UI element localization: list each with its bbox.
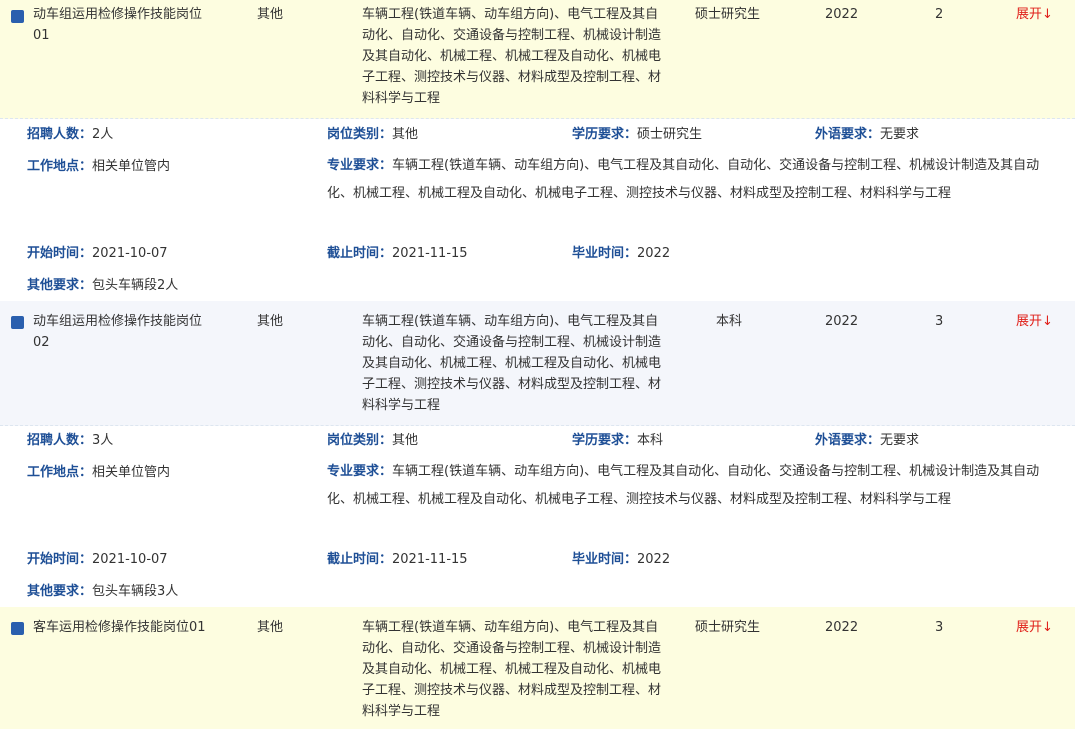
position-count: 2 [935,7,944,22]
education-req-field: 学历要求：本科 [572,430,663,451]
major-req-field: 专业要求：车辆工程(铁道车辆、动车组方向)、电气工程及其自动化、自动化、交通设备… [327,458,1052,514]
position-year: 2022 [825,7,859,22]
position-list: 动车组运用检修操作技能岗位01 其他 车辆工程(铁道车辆、动车组方向)、电气工程… [0,0,1075,729]
position-row[interactable]: 动车组运用检修操作技能岗位01 其他 车辆工程(铁道车辆、动车组方向)、电气工程… [0,0,1075,119]
graduation-time-field: 毕业时间：2022 [572,243,670,264]
other-req-value: 包头车辆段3人 [92,584,179,599]
position-category: 其他 [257,7,284,22]
other-req-label: 其他要求： [27,278,93,293]
square-bullet-icon [11,316,24,329]
major-req-label: 专业要求： [327,158,393,173]
position-count: 3 [935,620,944,635]
education-req-label: 学历要求： [572,433,638,448]
major-req-field: 专业要求：车辆工程(铁道车辆、动车组方向)、电气工程及其自动化、自动化、交通设备… [327,152,1052,208]
language-req-field: 外语要求：无要求 [815,430,919,451]
position-type-label: 岗位类别： [327,127,393,142]
other-req-field: 其他要求：包头车辆段2人 [27,275,178,296]
start-time-label: 开始时间： [27,552,93,567]
work-location-label: 工作地点： [27,465,93,480]
expand-toggle[interactable]: 展开↓ [1016,4,1053,25]
work-location-label: 工作地点： [27,159,93,174]
graduation-time-field: 毕业时间：2022 [572,549,670,570]
position-type-value: 其他 [392,433,419,448]
other-req-value: 包头车辆段2人 [92,278,179,293]
major-req-label: 专业要求： [327,464,393,479]
work-location-value: 相关单位管内 [92,465,171,480]
major-req-value: 车辆工程(铁道车辆、动车组方向)、电气工程及其自动化、自动化、交通设备与控制工程… [327,464,1040,507]
end-time-label: 截止时间： [327,552,393,567]
expand-toggle[interactable]: 展开↓ [1016,617,1053,638]
recruit-count-value: 2人 [92,127,114,142]
other-req-field: 其他要求：包头车辆段3人 [27,581,178,602]
end-time-field: 截止时间：2021-11-15 [327,549,468,570]
position-major: 车辆工程(铁道车辆、动车组方向)、电气工程及其自动化、自动化、交通设备与控制工程… [362,314,662,413]
position-row[interactable]: 客车运用检修操作技能岗位01 其他 车辆工程(铁道车辆、动车组方向)、电气工程及… [0,607,1075,729]
recruit-count-label: 招聘人数： [27,127,93,142]
recruit-count-label: 招聘人数： [27,433,93,448]
recruit-count-field: 招聘人数：3人 [27,430,113,451]
position-year: 2022 [825,620,859,635]
language-req-label: 外语要求： [815,433,881,448]
position-year: 2022 [825,314,859,329]
recruit-count-value: 3人 [92,433,114,448]
end-time-value: 2021-11-15 [392,552,468,567]
education-req-label: 学历要求： [572,127,638,142]
position-name[interactable]: 客车运用检修操作技能岗位01 [33,617,208,638]
education-req-value: 硕士研究生 [637,127,703,142]
language-req-field: 外语要求：无要求 [815,124,919,145]
position-type-value: 其他 [392,127,419,142]
education-req-field: 学历要求：硕士研究生 [572,124,702,145]
work-location-value: 相关单位管内 [92,159,171,174]
start-time-field: 开始时间：2021-10-07 [27,243,168,264]
position-name[interactable]: 动车组运用检修操作技能岗位01 [33,4,208,46]
end-time-field: 截止时间：2021-11-15 [327,243,468,264]
position-major: 车辆工程(铁道车辆、动车组方向)、电气工程及其自动化、自动化、交通设备与控制工程… [362,7,662,106]
position-type-field: 岗位类别：其他 [327,430,418,451]
position-education: 硕士研究生 [695,620,761,635]
position-category: 其他 [257,620,284,635]
position-count: 3 [935,314,944,329]
graduation-time-value: 2022 [637,246,671,261]
position-detail: 招聘人数：3人 岗位类别：其他 学历要求：本科 外语要求：无要求 工作地点：相关… [0,426,1075,608]
other-req-label: 其他要求： [27,584,93,599]
work-location-field: 工作地点：相关单位管内 [27,462,170,483]
language-req-value: 无要求 [880,127,920,142]
language-req-label: 外语要求： [815,127,881,142]
start-time-value: 2021-10-07 [92,246,168,261]
position-category: 其他 [257,314,284,329]
graduation-time-label: 毕业时间： [572,246,638,261]
major-req-value: 车辆工程(铁道车辆、动车组方向)、电气工程及其自动化、自动化、交通设备与控制工程… [327,158,1040,201]
language-req-value: 无要求 [880,433,920,448]
position-education: 本科 [716,314,743,329]
position-row[interactable]: 动车组运用检修操作技能岗位02 其他 车辆工程(铁道车辆、动车组方向)、电气工程… [0,301,1075,426]
position-detail: 招聘人数：2人 岗位类别：其他 学历要求：硕士研究生 外语要求：无要求 工作地点… [0,119,1075,301]
graduation-time-label: 毕业时间： [572,552,638,567]
education-req-value: 本科 [637,433,664,448]
position-type-label: 岗位类别： [327,433,393,448]
position-major: 车辆工程(铁道车辆、动车组方向)、电气工程及其自动化、自动化、交通设备与控制工程… [362,620,662,719]
end-time-label: 截止时间： [327,246,393,261]
position-education: 硕士研究生 [695,7,761,22]
start-time-value: 2021-10-07 [92,552,168,567]
expand-toggle[interactable]: 展开↓ [1016,311,1053,332]
work-location-field: 工作地点：相关单位管内 [27,156,170,177]
start-time-field: 开始时间：2021-10-07 [27,549,168,570]
square-bullet-icon [11,622,24,635]
end-time-value: 2021-11-15 [392,246,468,261]
position-name[interactable]: 动车组运用检修操作技能岗位02 [33,311,208,353]
recruit-count-field: 招聘人数：2人 [27,124,113,145]
position-type-field: 岗位类别：其他 [327,124,418,145]
square-bullet-icon [11,10,24,23]
graduation-time-value: 2022 [637,552,671,567]
start-time-label: 开始时间： [27,246,93,261]
